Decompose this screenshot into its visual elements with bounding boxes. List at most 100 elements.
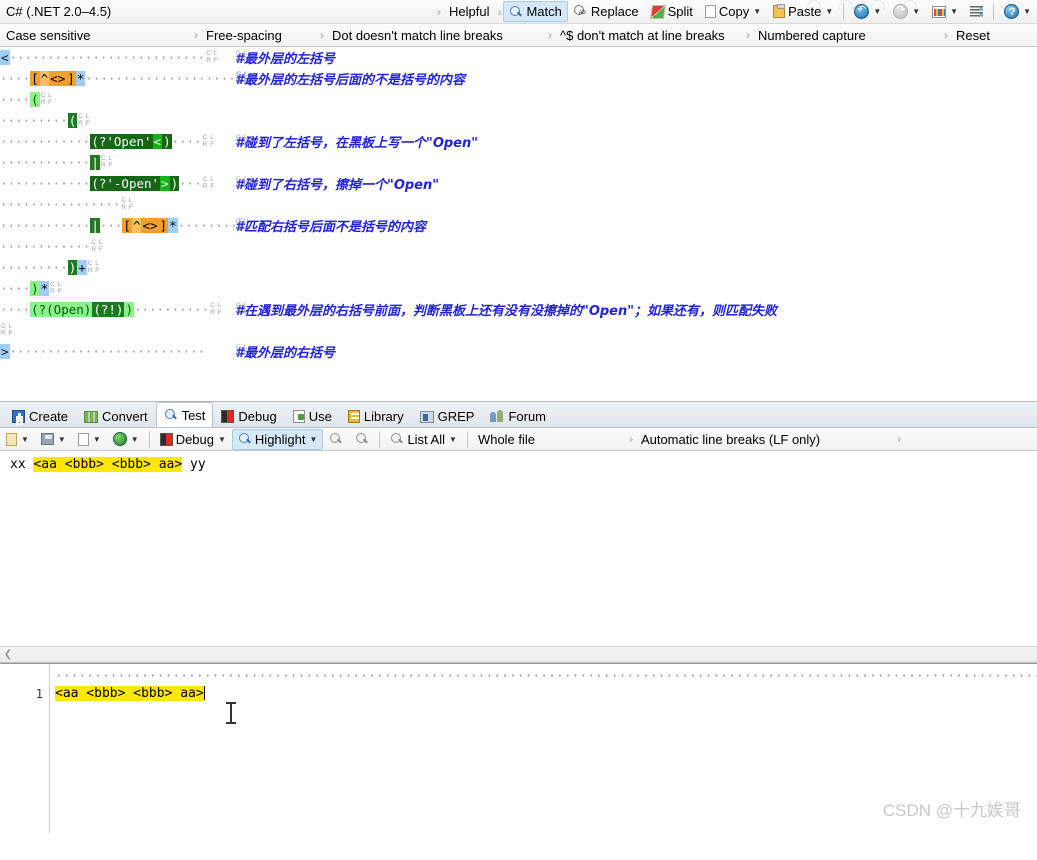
regex-options-bar: Case sensitive › Free-spacing › Dot does… — [0, 24, 1037, 47]
regex-comment: #碰到了左括号，在黑板上写一个"Open" — [235, 136, 479, 151]
crlf-marker: C LR F — [236, 344, 248, 358]
tab-library[interactable]: Library — [340, 405, 412, 427]
regex-token: ···· — [0, 302, 31, 317]
save-icon — [40, 433, 54, 445]
scroll-left-arrow[interactable]: ❮ — [0, 649, 16, 660]
tab-debug-label: Debug — [238, 409, 277, 424]
regex-comment: #最外层的左括号 — [235, 52, 336, 67]
tab-forum-label: Forum — [508, 409, 546, 424]
chevron-down-icon[interactable]: ▼ — [21, 435, 29, 444]
regex-comment: #最外层的左括号后面的不是括号的内容 — [235, 73, 466, 88]
copy-button[interactable]: Copy ▼ — [699, 1, 767, 22]
grep-icon — [419, 410, 434, 423]
regex-line[interactable]: ············ (?'-Open' >) ··· C LR F #碰到了右括号，… — [0, 173, 1037, 194]
option-case-sensitive[interactable]: Case sensitive — [0, 28, 192, 43]
regex-token: <> — [49, 71, 67, 86]
tab-test[interactable]: Test — [155, 402, 214, 427]
regex-token: ···· — [0, 281, 31, 296]
regex-line[interactable]: ····) * C LR F — [0, 278, 1037, 299]
regex-token: ············ — [0, 239, 91, 254]
tab-create[interactable]: Create — [4, 405, 76, 427]
list-all-button[interactable]: List All ▼ — [384, 429, 463, 450]
save-button[interactable]: ▼ — [35, 429, 72, 450]
regex-token: * — [75, 71, 86, 86]
line-breaks-selector[interactable]: Automatic line breaks (LF only) — [635, 432, 895, 447]
regex-token: ) — [30, 281, 40, 296]
regex-line[interactable]: > ·························· #最外层的右括号 C LR … — [0, 341, 1037, 362]
chevron-down-icon[interactable]: ▼ — [449, 435, 457, 444]
tab-forum[interactable]: Forum — [482, 405, 554, 427]
tab-library-label: Library — [363, 409, 404, 424]
web-button[interactable]: ▼ — [107, 429, 145, 450]
regex-token: ···· — [171, 134, 202, 149]
zoom-out-button[interactable] — [349, 429, 375, 450]
test-toolbar: ▼ ▼ ▼ ▼ Debug ▼ Highlight ▼ List All ▼ W… — [0, 428, 1037, 451]
zoom-in-button[interactable] — [323, 429, 349, 450]
split-button[interactable]: Split — [645, 1, 699, 22]
option-numbered-capture[interactable]: Numbered capture — [752, 28, 942, 43]
regex-line[interactable]: ············ (?'Open' <) ···· C LR F #碰到了左括号，… — [0, 131, 1037, 152]
help-button[interactable]: ▼ — [998, 1, 1037, 22]
option-dot-line-breaks[interactable]: Dot doesn't match line breaks — [326, 28, 546, 43]
regex-flavor-label[interactable]: C# (.NET 2.0–4.5) — [0, 4, 117, 19]
tab-debug[interactable]: Debug — [213, 405, 284, 427]
regex-line[interactable]: ············ | ···[^ <>] * ········ C LR F #匹配右… — [0, 215, 1037, 236]
regex-token: * — [39, 281, 50, 296]
tab-grep[interactable]: GREP — [412, 405, 483, 427]
match-results-pane[interactable]: xx <aa <bbb> <bbb> aa> yy — [0, 451, 1037, 646]
editor-line-1[interactable]: <aa <bbb> <bbb> aa> — [55, 686, 1037, 701]
option-reset[interactable]: Reset — [950, 28, 996, 43]
option-anchors-line-breaks[interactable]: ^$ don't match at line breaks — [554, 28, 744, 43]
match-button[interactable]: Match — [503, 1, 568, 22]
regex-line[interactable]: ···· (?(Open) (?!)) ·········· C LR F #在遇到最外层… — [0, 299, 1037, 320]
tab-convert[interactable]: Convert — [76, 405, 156, 427]
debug-button[interactable]: Debug ▼ — [154, 429, 232, 450]
regex-line[interactable]: C LR F — [0, 320, 1037, 341]
regex-line[interactable]: ····(C LR F — [0, 89, 1037, 110]
toolbar-separator-2 — [993, 3, 995, 20]
option-free-spacing[interactable]: Free-spacing — [200, 28, 318, 43]
regex-token: ) — [124, 302, 134, 317]
regex-token: < — [0, 50, 10, 65]
scope-selector[interactable]: Whole file — [472, 432, 627, 447]
regex-token: | — [90, 218, 100, 233]
highlight-button[interactable]: Highlight ▼ — [231, 428, 324, 450]
replace-button[interactable]: Replace — [568, 1, 645, 22]
regex-line[interactable]: ····[^ <>] * ···················· C LR F #最外层… — [0, 68, 1037, 89]
regex-line[interactable]: ············ C LR F — [0, 236, 1037, 257]
convert-icon — [84, 410, 99, 423]
crlf-marker: C LR F — [1, 323, 13, 337]
forum-icon — [490, 410, 504, 423]
regex-line[interactable]: ············ | C LR F — [0, 152, 1037, 173]
source-editor-pane[interactable]: 1 ······································… — [0, 663, 1037, 833]
chevron-down-icon[interactable]: ▼ — [218, 435, 226, 444]
tab-use[interactable]: Use — [285, 405, 340, 427]
copy-file-button[interactable]: ▼ — [72, 429, 107, 450]
crlf-marker: C LR F — [121, 197, 134, 211]
chevron-down-icon: ▼ — [753, 7, 762, 16]
chevron-down-icon[interactable]: ▼ — [58, 435, 66, 444]
regex-token: (?'Open' — [90, 134, 153, 149]
undo-icon — [854, 3, 870, 19]
regex-line[interactable]: ················ C LR F — [0, 194, 1037, 215]
chevron-down-icon[interactable]: ▼ — [1023, 7, 1031, 16]
regex-line[interactable]: < ·························· C LR F #最外层的左括… — [0, 47, 1037, 68]
regex-token: ···················· — [85, 71, 236, 86]
match-button-label: Match — [526, 4, 562, 19]
regex-token: ] — [66, 71, 76, 86]
option-divider-5: › — [944, 28, 948, 42]
horizontal-scrollbar[interactable]: ❮ — [0, 646, 1037, 663]
regex-token: | — [90, 155, 100, 170]
new-file-button[interactable]: ▼ — [0, 429, 35, 450]
helpful-label[interactable]: Helpful — [443, 4, 495, 19]
chevron-down-icon[interactable]: ▼ — [93, 435, 101, 444]
crlf-marker: C LR F — [50, 281, 63, 295]
chevron-down-icon[interactable]: ▼ — [131, 435, 139, 444]
test-toolbar-separator-1 — [148, 430, 150, 448]
chevron-down-icon[interactable]: ▼ — [310, 435, 318, 444]
magnifier-icon — [164, 408, 178, 422]
regex-editor[interactable]: < ·························· C LR F #最外层的左括… — [0, 47, 1037, 402]
regex-line[interactable]: ·········(C LR F — [0, 110, 1037, 131]
option-divider-2: › — [320, 28, 324, 42]
regex-line[interactable]: ·········) + C LR F — [0, 257, 1037, 278]
